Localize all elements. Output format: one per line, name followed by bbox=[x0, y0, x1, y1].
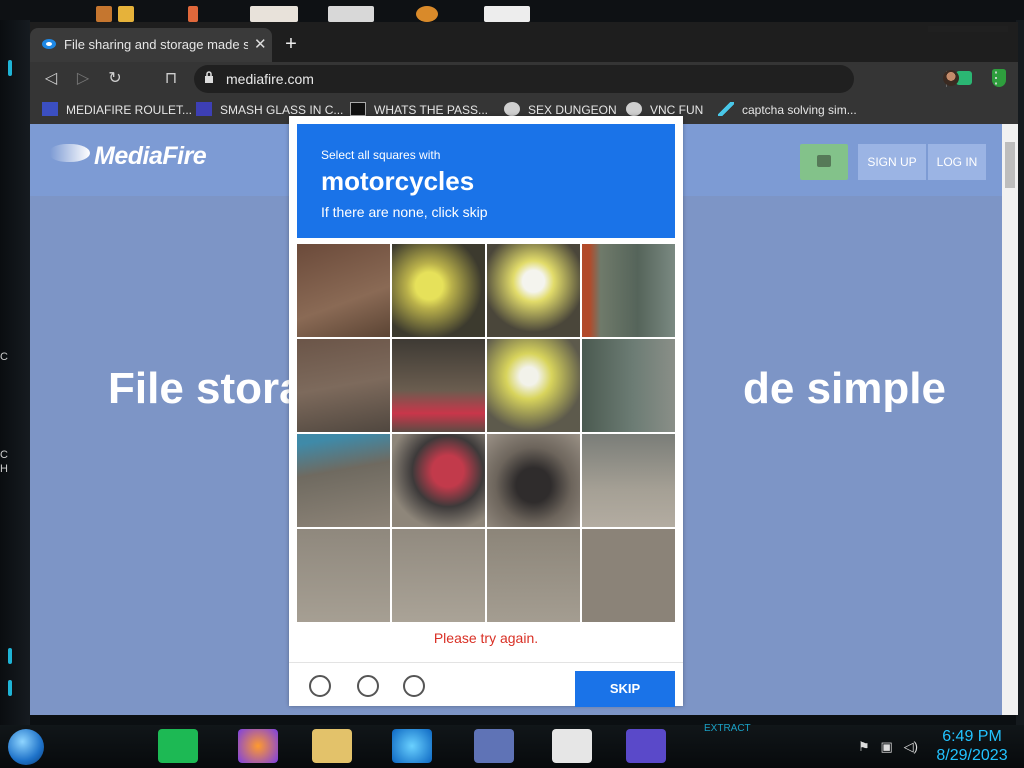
log-in-button[interactable]: LOG IN bbox=[928, 144, 986, 180]
upload-button[interactable] bbox=[800, 144, 848, 180]
frame-light bbox=[8, 680, 12, 696]
bookmark-icon[interactable]: ⊓ bbox=[160, 68, 182, 90]
forward-icon[interactable]: ▷ bbox=[72, 68, 94, 90]
flag-icon[interactable]: ⚑ bbox=[858, 739, 870, 754]
captcha-grid bbox=[297, 244, 675, 622]
captcha-tile[interactable] bbox=[582, 434, 675, 527]
captcha-tile[interactable] bbox=[582, 244, 675, 337]
desktop-icon[interactable] bbox=[328, 6, 374, 22]
scrollbar-thumb[interactable] bbox=[1005, 142, 1015, 188]
tab-bar: File sharing and storage made simple ✕ + bbox=[30, 22, 1018, 62]
card-app-icon[interactable] bbox=[474, 729, 514, 763]
captcha-footer: SKIP bbox=[289, 662, 683, 707]
firefox-icon[interactable] bbox=[238, 729, 278, 763]
mediafire-favicon bbox=[42, 39, 56, 49]
mediafire-logo[interactable]: MediaFire bbox=[50, 142, 207, 171]
captcha-hint: If there are none, click skip bbox=[321, 204, 488, 220]
7zip-icon[interactable] bbox=[552, 729, 592, 763]
captcha-tile[interactable] bbox=[582, 339, 675, 432]
captcha-target: motorcycles bbox=[321, 166, 475, 196]
clock-date: 8/29/2023 bbox=[936, 747, 1008, 764]
lambda-icon bbox=[718, 102, 734, 116]
skull-icon bbox=[504, 102, 520, 116]
network-icon[interactable]: ▣ bbox=[881, 739, 893, 754]
skip-button[interactable]: SKIP bbox=[575, 671, 675, 707]
desktop-icon[interactable] bbox=[188, 6, 198, 22]
clock[interactable]: 6:49 PM 8/29/2023 bbox=[932, 727, 1012, 765]
captcha-tile[interactable] bbox=[487, 244, 580, 337]
desktop-icon[interactable] bbox=[416, 6, 438, 22]
reload-icon[interactable] bbox=[309, 675, 331, 697]
captcha-tile[interactable] bbox=[392, 339, 485, 432]
captcha-error: Please try again. bbox=[433, 630, 539, 646]
captcha-tile[interactable] bbox=[582, 529, 675, 622]
captcha-tile[interactable] bbox=[392, 434, 485, 527]
sigma-icon bbox=[196, 102, 212, 116]
avatar[interactable] bbox=[943, 70, 959, 86]
captcha-header: Select all squares with motorcycles If t… bbox=[297, 124, 675, 238]
window-controls[interactable] bbox=[928, 26, 1008, 32]
captcha-tile[interactable] bbox=[297, 339, 390, 432]
desktop-icon[interactable] bbox=[96, 6, 112, 22]
start-button[interactable] bbox=[8, 729, 44, 765]
captcha-tile[interactable] bbox=[297, 244, 390, 337]
captcha-tile[interactable] bbox=[392, 529, 485, 622]
taskbar: EXTRACT ⚑ ▣ ◁) 6:49 PM 8/29/2023 bbox=[0, 723, 1024, 768]
new-tab-button[interactable]: + bbox=[280, 34, 302, 56]
volume-icon[interactable]: ◁) bbox=[904, 739, 918, 754]
captcha-instruction: Select all squares with bbox=[321, 148, 441, 162]
address-toolbar: ◁ ▷ ↻ ⊓ mediafire.com ⋮ bbox=[30, 62, 1018, 96]
flame-icon bbox=[50, 144, 90, 162]
captcha-tile[interactable] bbox=[297, 434, 390, 527]
clock-time: 6:49 PM bbox=[942, 728, 1002, 745]
lock-icon bbox=[350, 102, 366, 116]
desktop-icon[interactable] bbox=[118, 6, 134, 22]
file-explorer-icon[interactable] bbox=[312, 729, 352, 763]
captcha-dialog: Select all squares with motorcycles If t… bbox=[289, 116, 683, 707]
captcha-tile[interactable] bbox=[297, 529, 390, 622]
info-icon[interactable] bbox=[403, 675, 425, 697]
headphones-icon[interactable] bbox=[357, 675, 379, 697]
desktop-icon[interactable] bbox=[484, 6, 530, 22]
desktop-top-strip bbox=[0, 0, 1024, 22]
gameboy-icon[interactable] bbox=[626, 729, 666, 763]
extract-label: EXTRACT bbox=[704, 723, 751, 734]
bookmark-item[interactable]: captcha solving sim... bbox=[718, 102, 857, 120]
bookmark-item[interactable]: MEDIAFIRE ROULET... bbox=[42, 102, 192, 120]
close-icon[interactable]: ✕ bbox=[254, 35, 267, 53]
desktop-edge-text: C C H bbox=[0, 351, 8, 475]
back-icon[interactable]: ◁ bbox=[40, 68, 62, 90]
upload-icon bbox=[817, 155, 831, 167]
address-bar[interactable]: mediafire.com bbox=[194, 65, 1006, 93]
scrollbar[interactable] bbox=[1002, 124, 1018, 715]
captcha-tile[interactable] bbox=[487, 339, 580, 432]
tab-mediafire[interactable]: File sharing and storage made simple ✕ bbox=[30, 28, 272, 62]
reload-icon[interactable]: ↻ bbox=[104, 68, 126, 90]
mft-icon bbox=[42, 102, 58, 116]
hero-heading-right: de simple bbox=[743, 364, 946, 413]
system-tray: ⚑ ▣ ◁) bbox=[858, 739, 918, 755]
spotify-icon[interactable] bbox=[158, 729, 198, 763]
url-text: mediafire.com bbox=[226, 71, 314, 87]
frame-light bbox=[8, 60, 12, 76]
captcha-tile[interactable] bbox=[487, 434, 580, 527]
lock-icon bbox=[205, 71, 213, 83]
captcha-tile[interactable] bbox=[392, 244, 485, 337]
internet-explorer-icon[interactable] bbox=[392, 729, 432, 763]
menu-icon[interactable]: ⋮ bbox=[988, 68, 1004, 88]
tab-title: File sharing and storage made simple bbox=[64, 37, 248, 52]
frame-light bbox=[8, 648, 12, 664]
sign-up-button[interactable]: SIGN UP bbox=[858, 144, 926, 180]
skull-icon bbox=[626, 102, 642, 116]
desktop-icon[interactable] bbox=[250, 6, 298, 22]
captcha-tile[interactable] bbox=[487, 529, 580, 622]
